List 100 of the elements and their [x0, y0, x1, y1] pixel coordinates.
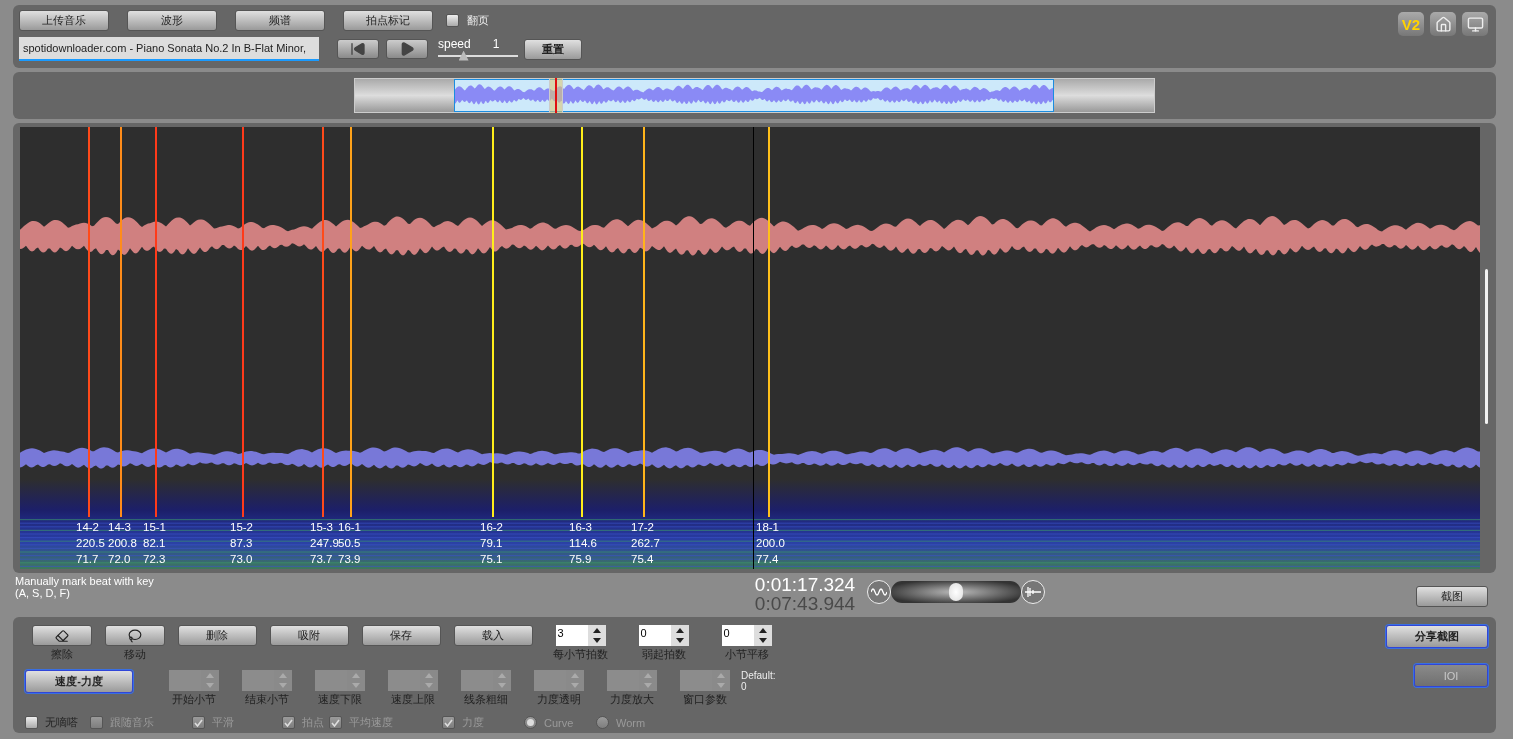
beat-tempo: 262.7	[631, 537, 660, 550]
beat-dynamic: 75.1	[480, 553, 503, 566]
spinner-value[interactable]: 3	[555, 625, 588, 647]
eraser-button[interactable]	[31, 625, 92, 647]
page-checkbox[interactable]	[446, 14, 459, 27]
spinner-label: 力度放大	[609, 692, 654, 708]
spinner-label: 开始小节	[171, 692, 216, 708]
beat-dynamic: 73.0	[230, 553, 253, 566]
spinner-value	[314, 670, 347, 692]
screen-button[interactable]	[1462, 12, 1488, 36]
beat-dynamic: 72.0	[108, 553, 131, 566]
spinner-value[interactable]: 0	[638, 625, 671, 647]
hint-text: (A, S, D, F)	[15, 587, 71, 600]
beat-tempo: 82.1	[143, 537, 166, 550]
checkmark-icon	[194, 718, 203, 727]
toolbar-button[interactable]: 频谱	[235, 10, 325, 31]
toolbar-button[interactable]: 拍点标记	[343, 10, 433, 31]
home-button[interactable]	[1430, 12, 1456, 36]
beat-tempo: 220.5	[76, 537, 105, 550]
speed-value: 1	[492, 37, 500, 50]
hint-text: Manually mark beat with key	[15, 575, 155, 588]
beat-label: 15-1	[143, 521, 167, 534]
waveform-icon[interactable]	[1021, 580, 1045, 605]
spinner-label: 弱起拍数	[641, 647, 686, 663]
beat-dynamic: 72.3	[143, 553, 166, 566]
spinner-value	[241, 670, 274, 692]
blend-slider[interactable]	[891, 581, 1021, 604]
screenshot-button[interactable]: 截图	[1416, 586, 1488, 608]
beat-label: 14-3	[108, 521, 132, 534]
overview-selection[interactable]	[454, 79, 1054, 113]
spinner-value	[168, 670, 201, 692]
option-label: 无嘀嗒	[45, 715, 78, 731]
spinner-value	[606, 670, 639, 692]
spinner-value	[533, 670, 566, 692]
sine-wave-icon[interactable]	[867, 580, 891, 605]
toolbar-button[interactable]: 波形	[127, 10, 217, 31]
spinner-label: 力度透明	[536, 692, 581, 708]
spinner-label: 小节平移	[724, 647, 769, 663]
beat-label: 16-1	[338, 521, 362, 534]
toolbar-button[interactable]: 上传音乐	[19, 10, 109, 31]
lasso-button[interactable]	[104, 625, 165, 647]
checkmark-icon	[444, 718, 453, 727]
position-marker-icon[interactable]	[549, 78, 563, 114]
spinner-value	[679, 670, 712, 692]
radio-dot-icon	[527, 719, 534, 727]
spinner-label: 速度下限	[317, 692, 362, 708]
beat-dynamic: 71.7	[76, 553, 99, 566]
beat-tempo: 79.1	[480, 537, 503, 550]
beat-label: 14-2	[76, 521, 100, 534]
beat-label: 17-2	[631, 521, 655, 534]
beat-tempo: 200.0	[756, 537, 785, 550]
spinner-value[interactable]: 0	[721, 625, 754, 647]
beat-dynamic: 73.7	[310, 553, 333, 566]
total-time: 0:07:43.944	[754, 594, 856, 614]
slider-thumb[interactable]	[458, 50, 469, 61]
skip-back-button[interactable]	[337, 39, 379, 59]
scrollbar-icon[interactable]	[1484, 269, 1488, 425]
action-button[interactable]: 保存	[361, 625, 441, 647]
tool-label: 擦除	[50, 647, 73, 663]
checkmark-icon	[331, 718, 340, 727]
checkbox-label: 翻页	[467, 13, 489, 28]
share-button[interactable]: 分享截图	[1386, 625, 1488, 649]
spinner-value	[387, 670, 420, 692]
lasso-icon	[127, 628, 142, 643]
beat-label: 15-2	[230, 521, 254, 534]
beat-tempo: 50.5	[338, 537, 361, 550]
beat-dynamic: 75.9	[569, 553, 592, 566]
spinner-label: 速度上限	[390, 692, 435, 708]
beat-label: 16-3	[569, 521, 593, 534]
spinner-label: 每小节拍数	[553, 647, 608, 663]
default-note: Default:	[741, 670, 776, 682]
action-button[interactable]: 删除	[177, 625, 257, 647]
beat-tempo: 87.3	[230, 537, 253, 550]
skip-back-icon	[350, 41, 366, 57]
tool-label: 移动	[123, 647, 146, 663]
speed-slider[interactable]	[438, 50, 518, 61]
beat-tempo: 114.6	[569, 537, 597, 550]
reset-button[interactable]: 重置	[524, 38, 582, 60]
speed-label: speed	[438, 37, 471, 50]
play-button[interactable]	[386, 39, 428, 59]
checkbox[interactable]	[25, 716, 38, 730]
spinner-label: 结束小节	[244, 692, 289, 708]
checkmark-icon	[284, 718, 293, 727]
eraser-icon	[54, 628, 69, 643]
mode-button[interactable]: 速度-力度	[25, 670, 133, 694]
action-button[interactable]: 吸附	[269, 625, 349, 647]
beat-label: 18-1	[756, 521, 780, 534]
spinner-value	[460, 670, 493, 692]
default-note: 0	[741, 681, 747, 693]
beat-label: 15-3	[310, 521, 334, 534]
beat-dynamic: 73.9	[338, 553, 361, 566]
file-name-field[interactable]: spotidownloader.com - Piano Sonata No.2 In B-Flat Minor,	[19, 37, 319, 61]
spinner-label: 窗口参数	[682, 692, 727, 708]
blend-highlight[interactable]	[949, 583, 963, 602]
beat-dynamic: 75.4	[631, 553, 654, 566]
beat-tempo: 247.9	[310, 537, 339, 550]
play-icon	[399, 41, 415, 57]
beat-label: 16-2	[480, 521, 504, 534]
action-button[interactable]: 载入	[453, 625, 533, 647]
spinner-label: 线条粗细	[463, 692, 508, 708]
